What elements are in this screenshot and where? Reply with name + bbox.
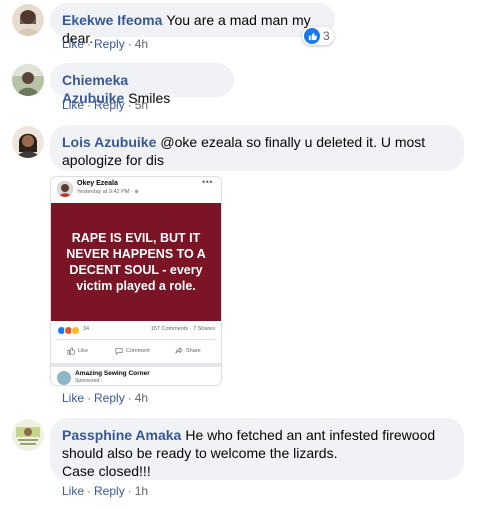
separator: ·: [87, 484, 92, 498]
avatar[interactable]: [12, 64, 44, 96]
reply-link[interactable]: Reply: [94, 98, 125, 112]
comment-author[interactable]: Passphine Amaka: [62, 427, 181, 443]
comment-actions: Like · Reply · 4h: [62, 391, 148, 405]
avatar[interactable]: [12, 4, 44, 36]
avatar[interactable]: [12, 126, 44, 158]
post-stats: 34 157 Comments · 7 Shares: [51, 323, 221, 337]
post-reaction-count: 34: [83, 326, 90, 332]
post-comment-label: Comment: [126, 348, 150, 354]
comment-bubble: Lois Azubuike @oke ezeala so finally u de…: [50, 125, 464, 171]
reply-link[interactable]: Reply: [94, 484, 125, 498]
separator: ·: [87, 37, 92, 51]
comment-bubble: Ekekwe Ifeoma You are a mad man my dear.: [50, 3, 335, 46]
reply-link[interactable]: Reply: [94, 391, 125, 405]
separator: ·: [87, 98, 92, 112]
separator: ·: [87, 391, 92, 405]
like-link[interactable]: Like: [62, 98, 84, 112]
comment-actions: Like · Reply · 5h: [62, 98, 148, 112]
comment-time[interactable]: 5h: [135, 98, 148, 112]
post-comment-button: Comment: [115, 347, 150, 355]
post-comments-shares: 157 Comments · 7 Shares: [150, 326, 215, 332]
comment-image-attachment[interactable]: Okey Ezeala Yesterday at 9:42 PM · ⊕ •••…: [50, 176, 222, 386]
next-post-name: Amazing Sewing Corner: [75, 370, 150, 377]
comment-time[interactable]: 4h: [135, 391, 148, 405]
comment-bubble: Passphine Amaka He who fetched an ant inf…: [50, 418, 464, 480]
reaction-count-badge[interactable]: 3: [302, 27, 334, 45]
separator: ·: [127, 391, 132, 405]
share-icon: [175, 347, 183, 354]
globe-icon: ⊕: [134, 189, 139, 195]
separator: ·: [127, 37, 132, 51]
post-time-text: Yesterday at 9:42 PM ·: [77, 189, 135, 195]
comment-icon: [115, 348, 123, 355]
post-share-button: Share: [175, 347, 201, 355]
comment-actions: Like · Reply · 1h: [62, 484, 148, 498]
like-reaction-icon: [304, 28, 320, 44]
reply-link[interactable]: Reply: [94, 37, 125, 51]
next-post-preview: Amazing Sewing Corner Sponsored ·: [51, 363, 221, 385]
like-link[interactable]: Like: [62, 484, 84, 498]
banner-text: RAPE IS EVIL, BUT IT NEVER HAPPENS TO A …: [66, 231, 206, 293]
post-time: Yesterday at 9:42 PM · ⊕: [77, 189, 139, 195]
comment-text-line2: Case closed!!!: [62, 463, 151, 479]
separator: ·: [127, 484, 132, 498]
haha-reaction-icon: [71, 326, 80, 335]
reaction-icons: [57, 326, 80, 335]
post-action-bar: Like Comment Share: [51, 341, 221, 361]
next-post-avatar: [57, 371, 71, 385]
divider: [57, 339, 215, 340]
post-like-button: Like: [67, 347, 88, 355]
comment-actions: Like · Reply · 4h: [62, 37, 148, 51]
comment-time[interactable]: 4h: [135, 37, 148, 51]
next-post-sub: Sponsored ·: [75, 378, 103, 384]
separator: ·: [127, 98, 132, 112]
reaction-count: 3: [323, 29, 330, 43]
poster-name: Okey Ezeala: [77, 180, 118, 187]
poster-avatar: [57, 181, 73, 197]
comment-author[interactable]: Lois Azubuike: [62, 134, 156, 150]
like-link[interactable]: Like: [62, 391, 84, 405]
post-text-banner: RAPE IS EVIL, BUT IT NEVER HAPPENS TO A …: [51, 203, 221, 321]
thumbs-up-icon: [67, 347, 75, 355]
like-link[interactable]: Like: [62, 37, 84, 51]
comment-author[interactable]: Ekekwe Ifeoma: [62, 12, 162, 28]
post-header: Okey Ezeala Yesterday at 9:42 PM · ⊕ •••: [51, 177, 221, 201]
comment-bubble: Chiemeka Azubuike Smiles: [50, 63, 234, 106]
post-share-label: Share: [186, 348, 201, 354]
avatar[interactable]: [12, 419, 44, 451]
comment-time[interactable]: 1h: [135, 484, 148, 498]
more-options-icon: •••: [202, 177, 213, 187]
post-like-label: Like: [78, 348, 89, 354]
